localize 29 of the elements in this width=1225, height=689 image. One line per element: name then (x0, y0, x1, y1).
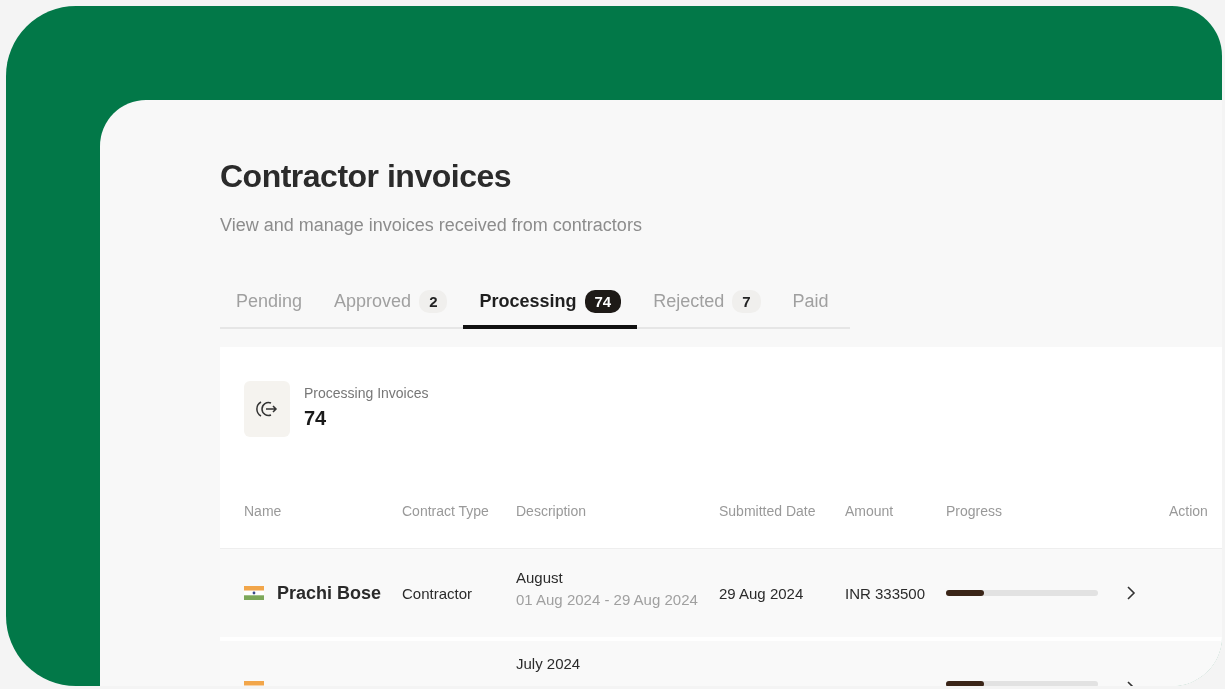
table-cell-text: INR 333500 (845, 584, 927, 602)
summary-value: 74 (304, 407, 328, 430)
description-period: 01 Aug 2024 - 29 Aug 2024 (516, 590, 699, 608)
count-badge: 74 (584, 290, 622, 313)
table-cell-text: 29 Aug 2024 (719, 584, 805, 602)
page-title: Contractor invoices (220, 157, 512, 196)
column-header: Name (244, 503, 283, 519)
tab[interactable]: Processing 74 (463, 282, 638, 329)
description-title: July 2024 (516, 655, 582, 672)
column-header: Amount (845, 503, 895, 519)
flag-icon (244, 586, 264, 600)
column-header: Progress (946, 503, 1004, 519)
page-subtitle: View and manage invoices received from contractors (220, 214, 643, 236)
column-header: Description (516, 503, 588, 519)
processing-icon (244, 381, 290, 437)
tab[interactable]: Rejected 7 (637, 282, 777, 329)
table-cell-text: Contractor (402, 584, 474, 602)
column-header: Contract Type (402, 503, 490, 519)
chevron-right-icon[interactable] (1126, 586, 1136, 600)
column-header: Submitted Date (719, 503, 817, 519)
table-row[interactable]: July 2024 (220, 641, 1222, 686)
column-header: Action (1169, 503, 1209, 519)
count-badge: 2 (419, 290, 448, 313)
count-badge: 7 (732, 290, 761, 313)
contractor-name: Prachi Bose (277, 582, 382, 604)
summary-label: Processing Invoices (304, 385, 429, 401)
description-title: August (516, 568, 564, 586)
tab[interactable]: Approved 2 (318, 282, 464, 329)
table-row[interactable]: Prachi Bose Contractor August 01 Aug 2024 - 29 Aug 2024 29 Aug 2024 INR 333500 (220, 549, 1222, 637)
